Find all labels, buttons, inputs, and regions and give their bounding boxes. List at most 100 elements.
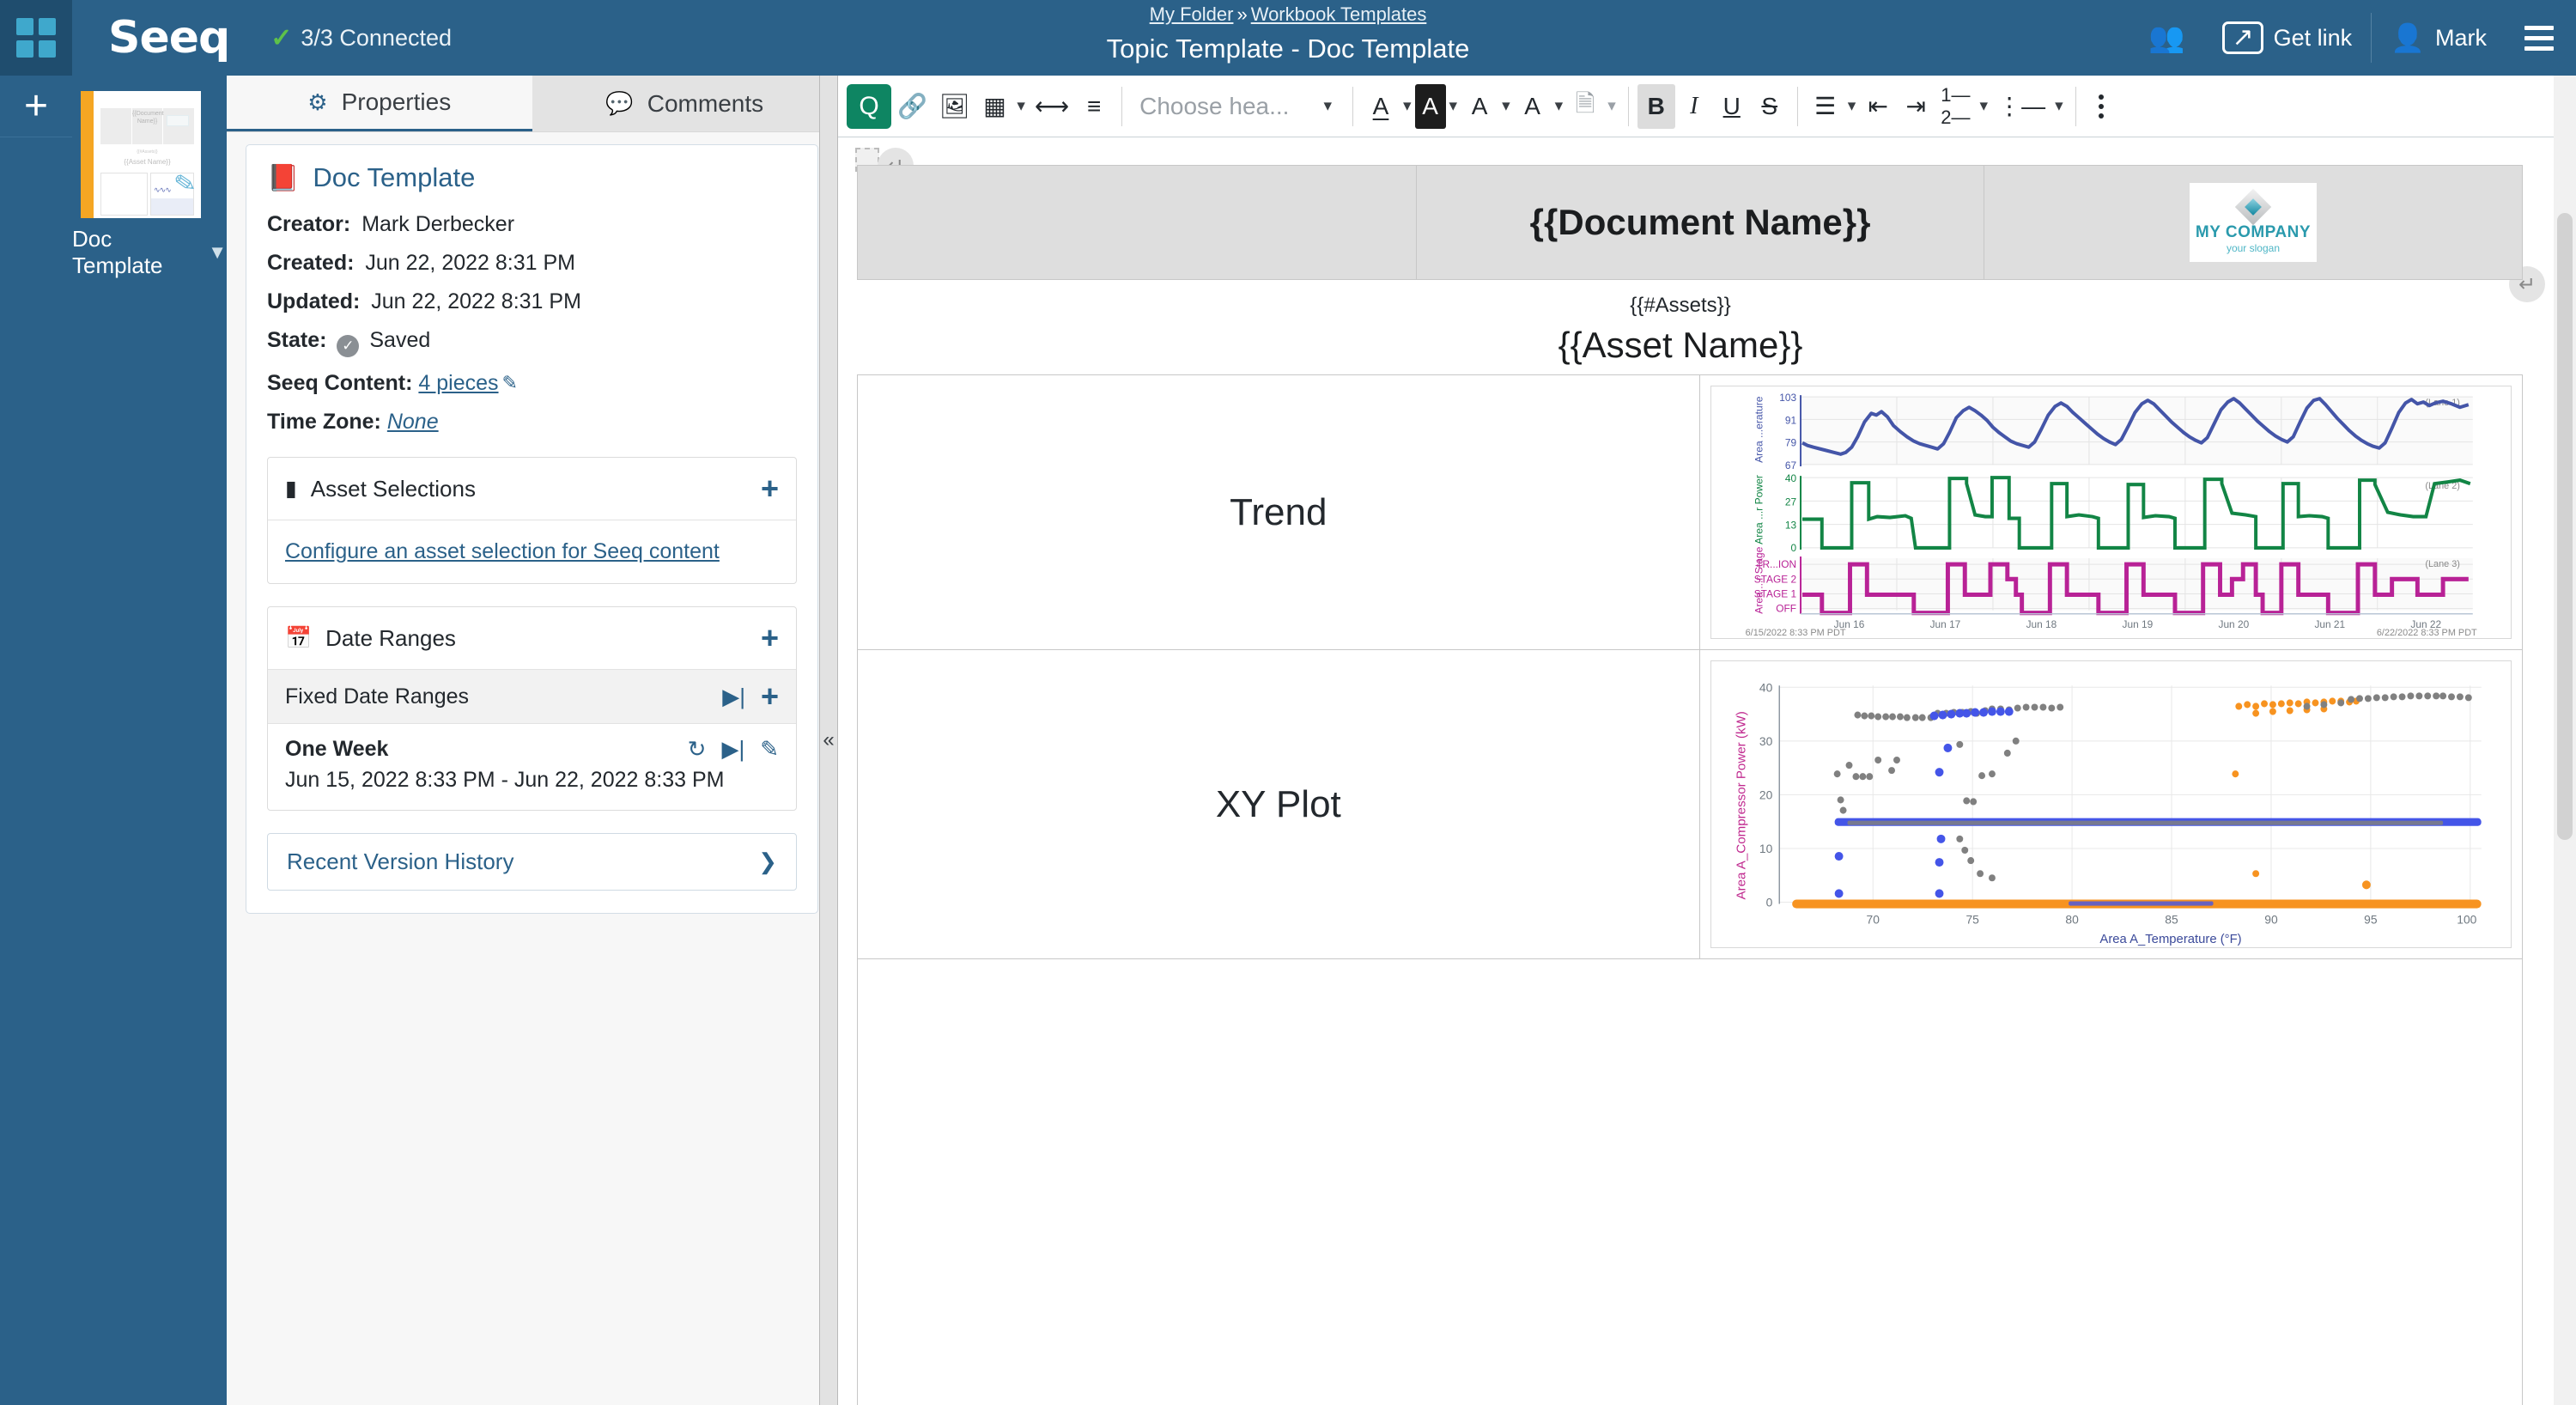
page-title: Topic Template - Doc Template — [1106, 33, 1470, 64]
add-fixed-date-range-button[interactable]: + — [761, 681, 779, 712]
thumb-asset-name: {{Asset Name}} — [124, 158, 171, 166]
code-block-icon[interactable]: 🗎 — [1566, 84, 1604, 129]
font-family-icon[interactable]: A — [1461, 84, 1498, 129]
svg-text:67: 67 — [1784, 459, 1796, 471]
timezone-link[interactable]: None — [387, 410, 439, 434]
link-icon[interactable]: 🔗 — [891, 84, 933, 129]
svg-text:40: 40 — [1759, 680, 1773, 694]
document-name-row[interactable]: Doc Template ▼ — [72, 226, 227, 279]
skip-to-end-icon[interactable]: ▶| — [722, 684, 745, 710]
indent-icon[interactable]: ⇥ — [1897, 84, 1935, 129]
font-color-chevron-down-icon[interactable]: ▾ — [1400, 96, 1415, 116]
table-icon[interactable]: ▦ — [975, 84, 1013, 129]
date-range-name: One Week — [285, 737, 389, 761]
collapse-panel-handle[interactable]: « — [819, 76, 838, 1405]
property-label-seeq-content: Seeq Content: — [267, 371, 413, 395]
strikethrough-button[interactable]: S — [1751, 84, 1789, 129]
seeq-content-link[interactable]: 4 pieces — [418, 371, 498, 395]
diamond-logo-icon — [2234, 188, 2272, 226]
code-block-chevron-down-icon[interactable]: ▾ — [1604, 96, 1619, 116]
highlight-color-icon[interactable]: A — [1414, 83, 1446, 129]
ordered-list-icon[interactable]: 1— 2— — [1935, 84, 1976, 129]
edit-pencil-icon[interactable]: ✎ — [172, 167, 198, 201]
underline-button[interactable]: U — [1713, 84, 1751, 129]
edit-square-icon[interactable]: ✎ — [760, 736, 779, 763]
document-content-table: Trend 103 91 79 67 Area ...erature (Lane… — [857, 374, 2523, 1405]
add-document-button[interactable]: + — [0, 76, 72, 137]
ordered-list-chevron-down-icon[interactable]: ▾ — [1977, 96, 1992, 116]
bulleted-list-chevron-down-icon[interactable]: ▾ — [2051, 96, 2067, 116]
add-date-range-button[interactable]: + — [761, 623, 779, 654]
document-thumbnail[interactable]: {{Document Name}} {{#Assets}} {{Asset Na… — [94, 91, 201, 218]
horizontal-resize-icon[interactable]: ⟷ — [1029, 84, 1075, 129]
chevron-down-icon[interactable]: ▼ — [208, 241, 227, 264]
italic-button[interactable]: I — [1675, 84, 1713, 129]
header-cell-left[interactable] — [858, 166, 1418, 279]
header-cell-right[interactable]: MY COMPANY your slogan — [1984, 166, 2522, 279]
share-users-button[interactable]: 👥 — [2129, 0, 2203, 76]
table-row: XY Plot 40 30 20 10 0 Area A_Compressor … — [858, 650, 2522, 959]
align-icon[interactable]: ☰ — [1807, 84, 1844, 129]
svg-text:6/15/2022 8:33 PM PDT: 6/15/2022 8:33 PM PDT — [1745, 628, 1845, 638]
trend-chart[interactable]: 103 91 79 67 Area ...erature (Lane 1) 40… — [1710, 386, 2512, 639]
tab-comments[interactable]: 💬 Comments — [532, 76, 837, 131]
document-header-table[interactable]: {{Document Name}} MY COMPANY your slogan — [857, 165, 2523, 280]
svg-text:85: 85 — [2165, 913, 2178, 927]
svg-text:90: 90 — [2264, 913, 2278, 927]
font-color-icon[interactable]: A — [1362, 84, 1400, 129]
check-icon: ✓ — [270, 23, 293, 52]
cell-content-trend[interactable]: 103 91 79 67 Area ...erature (Lane 1) 40… — [1700, 375, 2522, 649]
editor-scrollbar[interactable] — [2554, 76, 2576, 1405]
get-link-button[interactable]: ↗ Get link — [2203, 0, 2371, 76]
svg-text:Area ...r Stage: Area ...r Stage — [1753, 546, 1765, 613]
seeq-logo[interactable]: Seeq — [108, 12, 230, 64]
svg-text:79: 79 — [1784, 437, 1796, 449]
document-properties-card: 📕 Doc Template Creator: Mark Derbecker C… — [246, 144, 818, 914]
table-chevron-down-icon[interactable]: ▾ — [1013, 96, 1029, 116]
document-canvas[interactable]: ↵ ↵ {{Document Name}} MY COMPANY your sl… — [838, 137, 2576, 1405]
svg-text:13: 13 — [1784, 520, 1796, 532]
highlight-chevron-down-icon[interactable]: ▾ — [1446, 96, 1461, 116]
app-launcher-button[interactable] — [0, 0, 72, 76]
document-thumbnail-wrapper[interactable]: {{Document Name}} {{#Assets}} {{Asset Na… — [81, 91, 227, 218]
insert-seeq-content-button[interactable]: Q — [847, 83, 891, 129]
thumb-content-left — [100, 173, 148, 216]
more-options-button[interactable] — [2085, 94, 2117, 119]
tab-properties[interactable]: ⚙ Properties — [227, 76, 532, 131]
skip-to-end-icon[interactable]: ▶| — [721, 736, 744, 763]
top-header-bar: Seeq ✓ 3/3 Connected My Folder» Workbook … — [0, 0, 2576, 76]
assets-template-tag[interactable]: {{#Assets}} — [838, 294, 2523, 318]
asset-name-template-tag[interactable]: {{Asset Name}} — [838, 325, 2523, 366]
font-size-chevron-down-icon[interactable]: ▾ — [1552, 96, 1567, 116]
add-asset-selection-button[interactable]: + — [761, 473, 779, 504]
cell-content-xy-plot[interactable]: 40 30 20 10 0 Area A_Compressor Power (kW) — [1700, 650, 2522, 958]
scrollbar-thumb[interactable] — [2557, 213, 2573, 840]
user-menu-button[interactable]: 👤 Mark — [2372, 0, 2506, 76]
align-chevron-down-icon[interactable]: ▾ — [1844, 96, 1860, 116]
refresh-icon[interactable]: ↻ — [688, 736, 707, 763]
breadcrumb-parent-link[interactable]: Workbook Templates — [1251, 3, 1427, 25]
outdent-icon[interactable]: ⇤ — [1859, 84, 1897, 129]
main-menu-button[interactable] — [2506, 25, 2576, 51]
bulleted-list-icon[interactable]: ⋮— — [1991, 84, 2051, 129]
chevron-right-icon: ❯ — [758, 848, 777, 874]
xy-plot-chart[interactable]: 40 30 20 10 0 Area A_Compressor Power (kW) — [1710, 660, 2512, 948]
font-family-chevron-down-icon[interactable]: ▾ — [1498, 96, 1514, 116]
image-icon[interactable]: 🖼 — [933, 84, 976, 129]
header-cell-center[interactable]: {{Document Name}} — [1417, 166, 1984, 279]
property-row-state: State: ✓ Saved — [267, 328, 797, 357]
page-break-icon[interactable]: ≡ — [1075, 84, 1113, 129]
bold-button[interactable]: B — [1637, 83, 1675, 129]
heading-select[interactable]: Choose hea... ▾ — [1131, 93, 1344, 120]
cell-label-xy-plot[interactable]: XY Plot — [858, 650, 1700, 958]
font-size-icon[interactable]: A — [1514, 84, 1552, 129]
edit-square-icon[interactable]: ✎ — [502, 372, 518, 394]
thumb-header-cell-1 — [100, 108, 133, 144]
breadcrumb-folder-link[interactable]: My Folder — [1150, 3, 1234, 25]
svg-text:100: 100 — [2457, 913, 2476, 927]
recent-version-history-button[interactable]: Recent Version History ❯ — [267, 833, 797, 891]
svg-text:OFF: OFF — [1776, 603, 1796, 615]
toolbar-divider — [1352, 86, 1353, 126]
cell-label-trend[interactable]: Trend — [858, 375, 1700, 649]
configure-asset-selection-link[interactable]: Configure an asset selection for Seeq co… — [285, 539, 720, 563]
